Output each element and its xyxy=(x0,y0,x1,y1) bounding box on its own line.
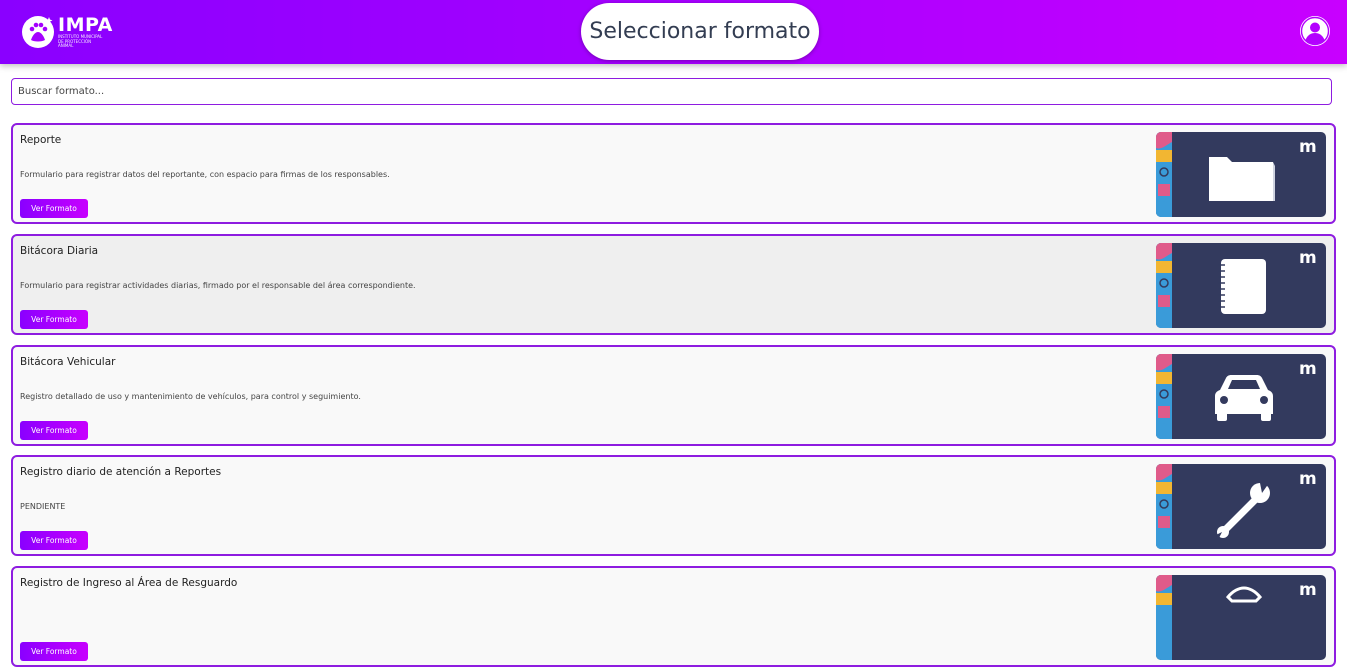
brand-logo-icon: m xyxy=(1299,248,1317,268)
brand-logo-icon: m xyxy=(1299,137,1317,157)
card-description: PENDIENTE xyxy=(20,502,66,511)
top-bar: IMPA INSTITUTO MUNICIPAL DE PROTECCIÓN A… xyxy=(0,0,1347,64)
view-format-button[interactable]: Ver Formato xyxy=(20,199,88,218)
card-thumbnail: m xyxy=(1156,243,1326,328)
card-thumbnail: m xyxy=(1156,132,1326,217)
card-title: Bitácora Vehicular xyxy=(20,356,116,368)
view-format-button[interactable]: Ver Formato xyxy=(20,531,88,550)
brand-logo-icon: m xyxy=(1299,580,1317,600)
logo-subtitle: INSTITUTO MUNICIPAL DE PROTECCIÓN ANIMAL xyxy=(58,34,103,49)
car-icon xyxy=(1215,375,1273,421)
folder-icon xyxy=(1209,157,1275,201)
format-card-registro-ingreso: Registro de Ingreso al Área de Resguardo… xyxy=(11,566,1336,667)
view-format-button[interactable]: Ver Formato xyxy=(20,310,88,329)
format-card-registro-atencion: Registro diario de atención a Reportes P… xyxy=(11,455,1336,556)
card-description: Registro detallado de uso y mantenimient… xyxy=(20,392,361,401)
format-card-bitacora-diaria: Bitácora Diaria Formulario para registra… xyxy=(11,234,1336,335)
card-thumbnail: m xyxy=(1156,354,1326,439)
card-description: Formulario para registrar actividades di… xyxy=(20,281,416,290)
view-format-button[interactable]: Ver Formato xyxy=(20,642,88,661)
brand-logo-icon: m xyxy=(1299,359,1317,379)
wrench-icon xyxy=(1216,483,1270,540)
logo-title: IMPA xyxy=(58,14,113,37)
notebook-icon xyxy=(1218,259,1266,314)
card-title: Reporte xyxy=(20,134,62,146)
impa-logo[interactable]: IMPA INSTITUTO MUNICIPAL DE PROTECCIÓN A… xyxy=(20,12,113,52)
brand-logo-icon: m xyxy=(1299,469,1317,489)
card-title: Registro de Ingreso al Área de Resguardo xyxy=(20,577,238,589)
page-title: Seleccionar formato xyxy=(581,3,819,60)
user-avatar-icon[interactable] xyxy=(1299,15,1331,47)
card-title: Registro diario de atención a Reportes xyxy=(20,466,222,478)
paw-heart-icon xyxy=(22,16,54,48)
search-input[interactable] xyxy=(11,78,1332,105)
view-format-button[interactable]: Ver Formato xyxy=(20,421,88,440)
card-thumbnail: m xyxy=(1156,464,1326,549)
badge-icon xyxy=(1225,586,1263,603)
format-card-bitacora-vehicular: Bitácora Vehicular Registro detallado de… xyxy=(11,345,1336,446)
card-title: Bitácora Diaria xyxy=(20,245,99,257)
card-thumbnail: m xyxy=(1156,575,1326,660)
card-description: Formulario para registrar datos del repo… xyxy=(20,170,390,179)
format-card-reporte: Reporte Formulario para registrar datos … xyxy=(11,123,1336,224)
